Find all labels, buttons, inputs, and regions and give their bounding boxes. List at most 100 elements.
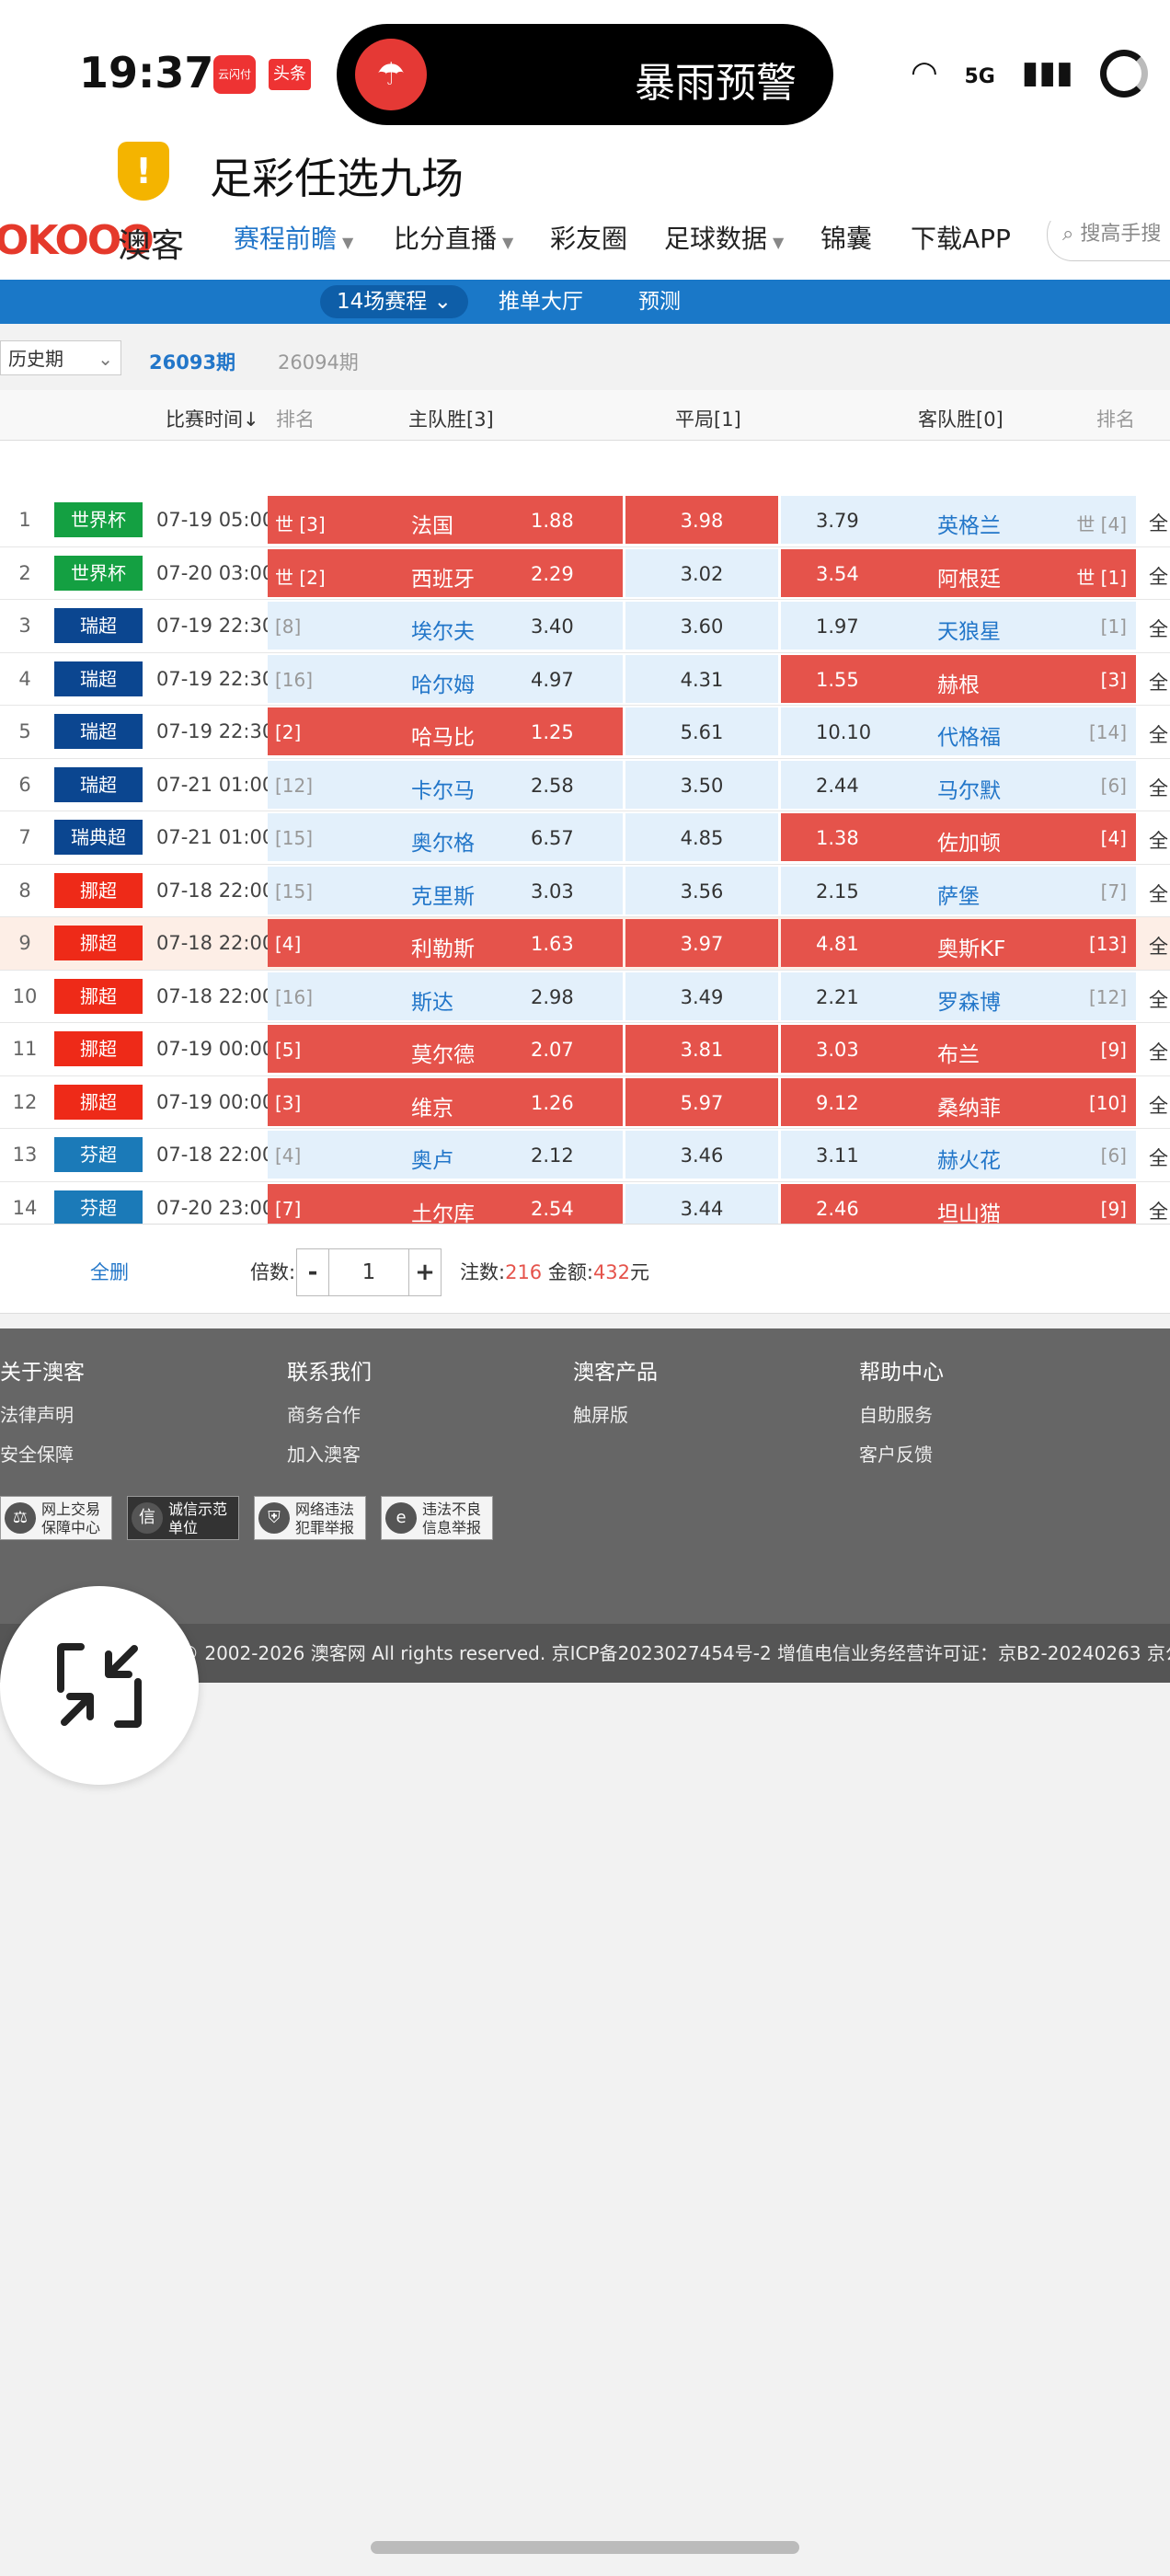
away-win-option[interactable]: 2.44 马尔默 [6] (781, 760, 1136, 809)
integrity-badge[interactable]: 信诚信示范单位 (127, 1496, 239, 1540)
league-badge[interactable]: 挪超 (54, 872, 143, 908)
home-win-option[interactable]: 世 [2] 西班牙 2.29 (268, 548, 623, 597)
search-input[interactable]: ⌕ 搜高手搜 (1047, 221, 1170, 261)
draw-option[interactable]: 3.60 (625, 602, 778, 650)
okooo-logo-cn[interactable]: 澳客 (118, 221, 184, 267)
away-win-option[interactable]: 3.79 英格兰 世 [4] (781, 496, 1136, 544)
draw-option[interactable]: 5.61 (625, 707, 778, 755)
home-win-option[interactable]: [12] 卡尔马 2.58 (268, 760, 623, 809)
away-win-option[interactable]: 3.11 赫火花 [6] (781, 1131, 1136, 1179)
select-all-option[interactable]: 全 (1149, 774, 1168, 801)
warning-shield-icon[interactable]: ! (118, 142, 169, 201)
league-badge[interactable]: 瑞超 (54, 766, 143, 802)
nav-item-live-score[interactable]: 比分直播 ▼ (394, 221, 513, 256)
league-badge[interactable]: 挪超 (54, 978, 143, 1014)
draw-option[interactable]: 3.02 (625, 548, 778, 597)
cybercrime-report-badge[interactable]: ⛨ 网络违法犯罪举报 (254, 1496, 366, 1540)
nav-item-preview[interactable]: 赛程前瞻 ▼ (234, 221, 353, 256)
select-all-option[interactable]: 全 (1149, 880, 1168, 907)
dynamic-island-alert[interactable]: ☂ 暴雨预警 (337, 24, 833, 125)
select-all-option[interactable]: 全 (1149, 826, 1168, 854)
away-win-option[interactable]: 2.21 罗森博 [12] (781, 972, 1136, 1020)
league-badge[interactable]: 瑞超 (54, 714, 143, 749)
footer-link[interactable]: 自助服务 (859, 1400, 944, 1427)
away-win-option[interactable]: 10.10 代格福 [14] (781, 707, 1136, 755)
history-period-select[interactable]: 历史期 ⌄ (0, 340, 121, 375)
away-win-option[interactable]: 1.97 天狼星 [1] (781, 602, 1136, 650)
period-next[interactable]: 26094期 (278, 348, 359, 375)
draw-option[interactable]: 3.49 (625, 972, 778, 1020)
select-all-option[interactable]: 全 (1149, 615, 1168, 642)
away-win-option[interactable]: 1.38 佐加顿 [4] (781, 813, 1136, 861)
draw-option[interactable]: 3.46 (625, 1131, 778, 1179)
home-win-option[interactable]: [16] 斯达 2.98 (268, 972, 623, 1020)
draw-option[interactable]: 3.50 (625, 760, 778, 809)
select-all-option[interactable]: 全 (1149, 509, 1168, 536)
select-all-option[interactable]: 全 (1149, 932, 1168, 960)
league-badge[interactable]: 瑞典超 (54, 820, 143, 855)
league-badge[interactable]: 挪超 (54, 1084, 143, 1120)
away-win-option[interactable]: 3.54 阿根廷 世 [1] (781, 548, 1136, 597)
select-all-option[interactable]: 全 (1149, 720, 1168, 748)
draw-option[interactable]: 5.97 (625, 1077, 778, 1126)
league-badge[interactable]: 瑞超 (54, 661, 143, 696)
away-win-option[interactable]: 4.81 奥斯KF [13] (781, 919, 1136, 967)
league-badge[interactable]: 芬超 (54, 1137, 143, 1172)
home-win-option[interactable]: [8] 埃尔夫 3.40 (268, 602, 623, 650)
footer-link[interactable]: 商务合作 (287, 1400, 372, 1427)
league-badge[interactable]: 芬超 (54, 1190, 143, 1225)
draw-option[interactable]: 4.31 (625, 654, 778, 703)
draw-option[interactable]: 3.81 (625, 1025, 778, 1073)
trade-guarantee-badge[interactable]: ⚖ 网上交易保障中心 (0, 1496, 112, 1540)
col-time[interactable]: 比赛时间↓ (166, 405, 259, 432)
select-all-option[interactable]: 全 (1149, 1144, 1168, 1171)
select-all-option[interactable]: 全 (1149, 562, 1168, 590)
home-win-option[interactable]: [3] 维京 1.26 (268, 1077, 623, 1126)
draw-option[interactable]: 4.85 (625, 813, 778, 861)
footer-link[interactable]: 客户反馈 (859, 1440, 944, 1466)
select-all-option[interactable]: 全 (1149, 1091, 1168, 1119)
home-win-option[interactable]: 世 [3] 法国 1.88 (268, 496, 623, 544)
home-win-option[interactable]: [15] 奥尔格 6.57 (268, 813, 623, 861)
footer-link[interactable]: 加入澳客 (287, 1440, 372, 1466)
nav-item-community[interactable]: 彩友圈 (550, 221, 627, 256)
multiplier-input[interactable]: 1 (328, 1249, 409, 1295)
select-all-option[interactable]: 全 (1149, 985, 1168, 1013)
nav-item-download[interactable]: 下载APP (911, 221, 1011, 256)
league-badge[interactable]: 世界杯 (54, 502, 143, 537)
home-indicator[interactable] (371, 2541, 799, 2554)
draw-option[interactable]: 3.56 (625, 866, 778, 914)
tab-recommend-hall[interactable]: 推单大厅 (499, 285, 583, 318)
nav-item-football-data[interactable]: 足球数据 ▼ (664, 221, 784, 256)
select-all-option[interactable]: 全 (1149, 1038, 1168, 1065)
home-win-option[interactable]: [5] 莫尔德 2.07 (268, 1025, 623, 1073)
footer-link[interactable]: 法律声明 (0, 1400, 85, 1427)
tab-14-schedule[interactable]: 14场赛程 ⌄ (320, 285, 468, 318)
illegal-info-report-badge[interactable]: e 违法不良信息举报 (381, 1496, 493, 1540)
exit-fullscreen-button[interactable] (0, 1586, 199, 1785)
league-badge[interactable]: 世界杯 (54, 555, 143, 591)
away-win-option[interactable]: 2.15 萨堡 [7] (781, 866, 1136, 914)
draw-option[interactable]: 3.98 (625, 496, 778, 544)
minus-button[interactable]: - (297, 1249, 328, 1295)
away-win-option[interactable]: 9.12 桑纳菲 [10] (781, 1077, 1136, 1126)
home-win-option[interactable]: [2] 哈马比 1.25 (268, 707, 623, 755)
footer-link[interactable]: 触屏版 (573, 1400, 658, 1427)
delete-all-button[interactable]: 全删 (90, 1258, 129, 1285)
league-badge[interactable]: 瑞超 (54, 608, 143, 643)
home-win-option[interactable]: [4] 奥卢 2.12 (268, 1131, 623, 1179)
period-current[interactable]: 26093期 (149, 348, 235, 375)
league-badge[interactable]: 挪超 (54, 926, 143, 960)
select-all-option[interactable]: 全 (1149, 668, 1168, 696)
plus-button[interactable]: + (409, 1249, 441, 1295)
tab-prediction[interactable]: 预测 (638, 285, 681, 318)
nav-item-tips[interactable]: 锦囊 (820, 221, 872, 256)
league-badge[interactable]: 挪超 (54, 1031, 143, 1066)
home-win-option[interactable]: [16] 哈尔姆 4.97 (268, 654, 623, 703)
away-win-option[interactable]: 1.55 赫根 [3] (781, 654, 1136, 703)
draw-option[interactable]: 3.97 (625, 919, 778, 967)
footer-link[interactable]: 安全保障 (0, 1440, 85, 1466)
away-win-option[interactable]: 3.03 布兰 [9] (781, 1025, 1136, 1073)
home-win-option[interactable]: [4] 利勒斯 1.63 (268, 919, 623, 967)
select-all-option[interactable]: 全 (1149, 1197, 1168, 1225)
